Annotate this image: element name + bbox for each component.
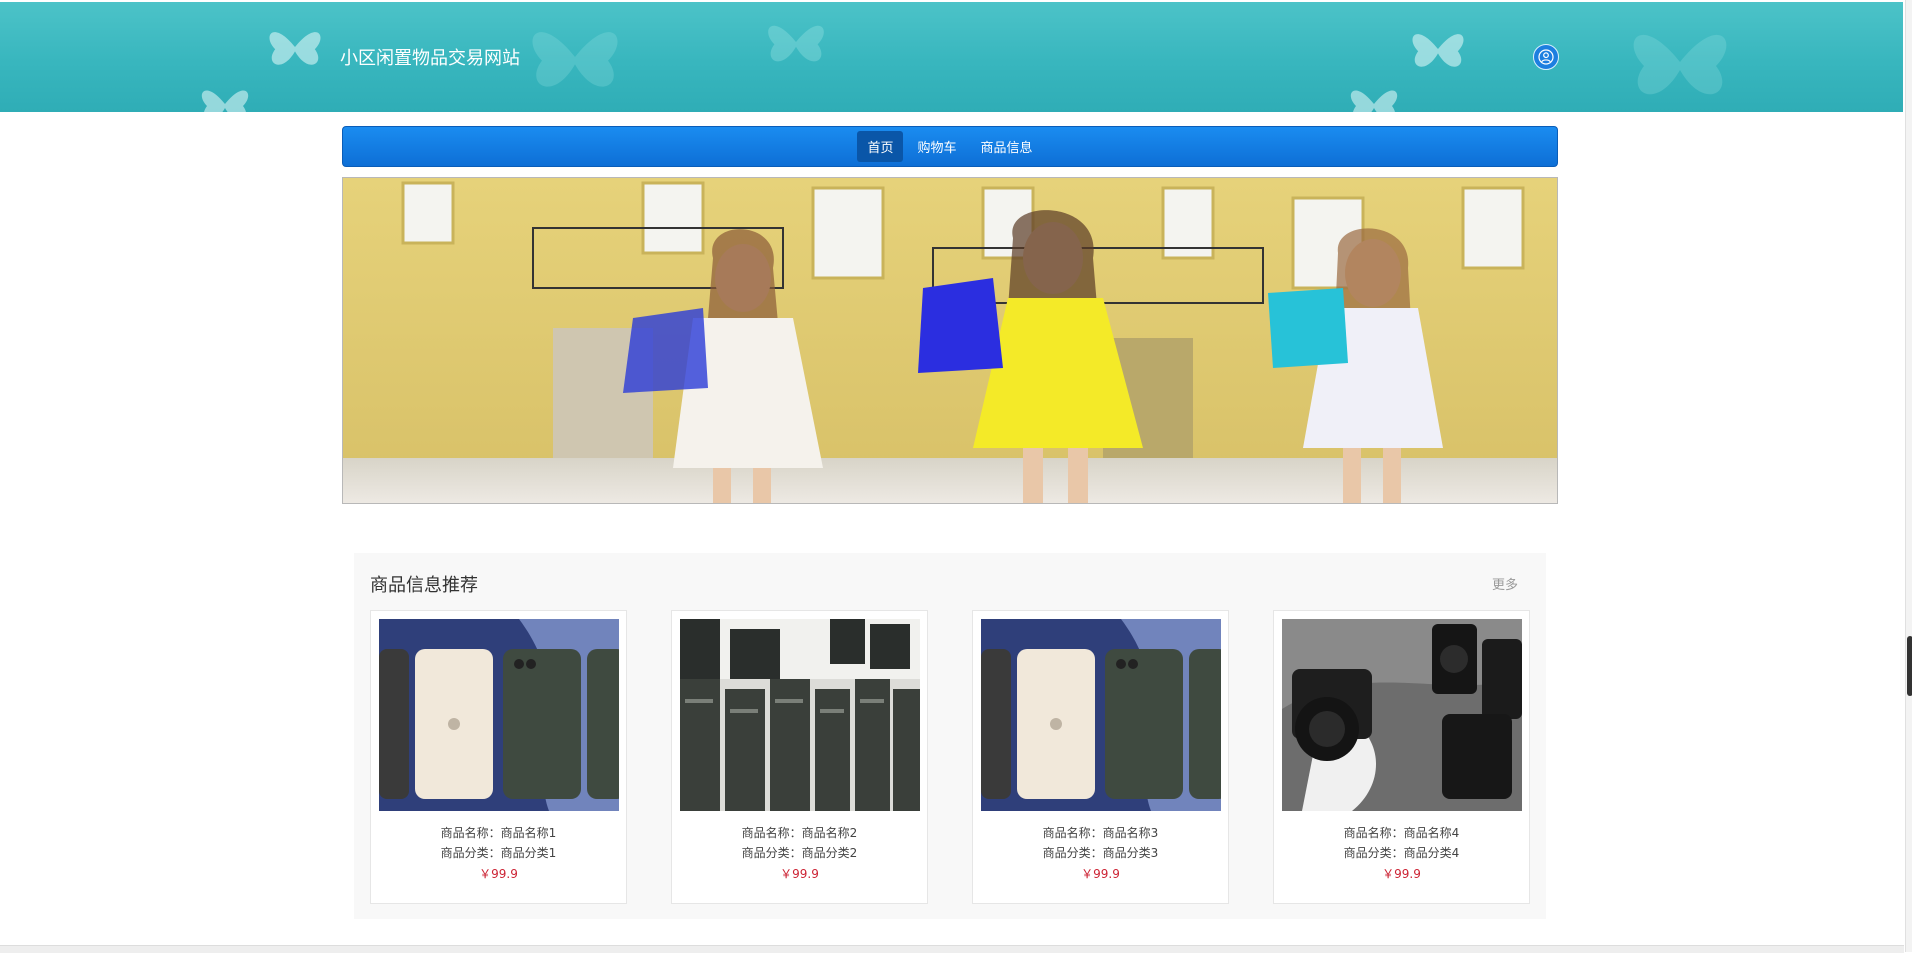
butterfly-decoration-icon: [201, 90, 249, 112]
product-price: ￥99.9: [479, 867, 518, 881]
product-card[interactable]: 商品名称：商品名称2 商品分类：商品分类2 ￥99.9: [671, 610, 928, 904]
hero-banner[interactable]: [342, 177, 1558, 504]
product-name: 商品名称：商品名称3: [1042, 826, 1159, 840]
product-image: [981, 619, 1221, 811]
product-price: ￥99.9: [780, 867, 819, 881]
butterfly-decoration-icon: [768, 25, 824, 62]
scrollbar-thumb[interactable]: [1907, 636, 1912, 696]
product-category: 商品分类：商品分类3: [1042, 846, 1159, 860]
nav-item-cart[interactable]: 购物车: [907, 131, 966, 162]
product-category: 商品分类：商品分类1: [440, 846, 557, 860]
product-category: 商品分类：商品分类2: [741, 846, 858, 860]
butterfly-decoration-icon: [1633, 34, 1727, 95]
product-card[interactable]: 商品名称：商品名称1 商品分类：商品分类1 ￥99.9: [370, 610, 627, 904]
section-title: 商品信息推荐: [370, 575, 478, 596]
butterfly-decoration-icon: [532, 32, 618, 87]
product-card[interactable]: 商品名称：商品名称4 商品分类：商品分类4 ￥99.9: [1273, 610, 1530, 904]
product-category: 商品分类：商品分类4: [1343, 846, 1460, 860]
nav-item-products[interactable]: 商品信息: [971, 131, 1043, 162]
recommend-section: 商品信息推荐 更多 商品名称：商品名称1 商品分类：商品分类1 ￥99.9 商品…: [354, 553, 1546, 919]
more-link[interactable]: 更多: [1492, 574, 1518, 593]
product-image: [1282, 619, 1522, 811]
product-name: 商品名称：商品名称1: [440, 826, 557, 840]
vertical-scrollbar[interactable]: [1905, 0, 1912, 952]
product-image: [379, 619, 619, 811]
site-header: 小区闲置物品交易网站: [0, 2, 1903, 112]
product-name: 商品名称：商品名称2: [741, 826, 858, 840]
banner-image: [343, 178, 1557, 503]
main-nav: 首页 购物车 商品信息: [342, 126, 1558, 167]
butterfly-decoration-icon: [1350, 90, 1398, 112]
butterfly-decoration-icon: [1412, 34, 1464, 67]
user-circle-icon: [1538, 49, 1554, 65]
product-name: 商品名称：商品名称4: [1343, 826, 1460, 840]
product-card[interactable]: 商品名称：商品名称3 商品分类：商品分类3 ￥99.9: [972, 610, 1229, 904]
product-price: ￥99.9: [1081, 867, 1120, 881]
nav-item-home[interactable]: 首页: [857, 131, 904, 162]
site-title: 小区闲置物品交易网站: [340, 48, 520, 69]
product-price: ￥99.9: [1382, 867, 1421, 881]
user-account-button[interactable]: [1533, 44, 1559, 70]
product-image: [680, 619, 920, 811]
butterfly-decoration-icon: [269, 32, 321, 65]
